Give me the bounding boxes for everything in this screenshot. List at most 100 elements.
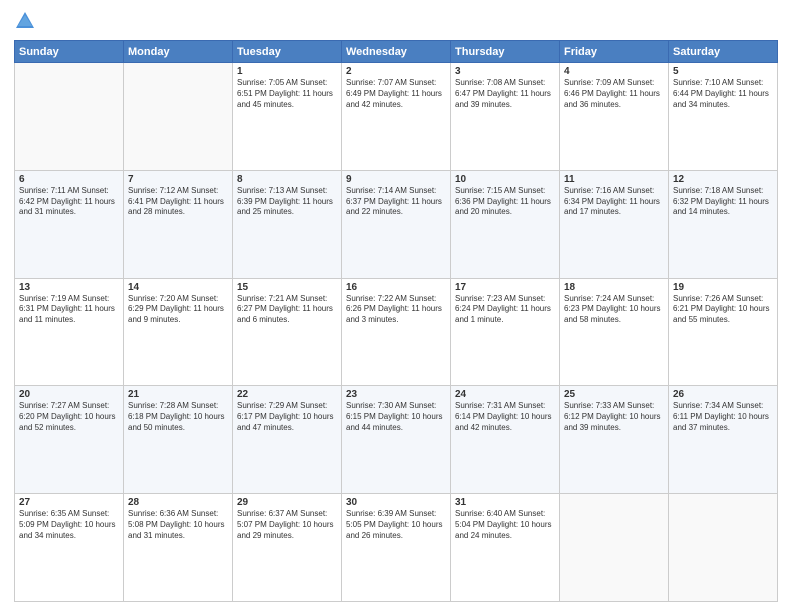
day-number: 25 <box>564 389 664 400</box>
cell-content: Sunrise: 7:28 AM Sunset: 6:18 PM Dayligh… <box>128 401 228 433</box>
calendar-cell: 20Sunrise: 7:27 AM Sunset: 6:20 PM Dayli… <box>15 386 124 494</box>
cell-content: Sunrise: 6:40 AM Sunset: 5:04 PM Dayligh… <box>455 509 555 541</box>
day-number: 26 <box>673 389 773 400</box>
day-number: 24 <box>455 389 555 400</box>
calendar-cell: 4Sunrise: 7:09 AM Sunset: 6:46 PM Daylig… <box>560 63 669 171</box>
day-number: 1 <box>237 66 337 77</box>
cell-content: Sunrise: 7:24 AM Sunset: 6:23 PM Dayligh… <box>564 294 664 326</box>
day-number: 21 <box>128 389 228 400</box>
calendar-cell: 15Sunrise: 7:21 AM Sunset: 6:27 PM Dayli… <box>233 278 342 386</box>
calendar-day-header: Friday <box>560 41 669 63</box>
calendar-cell: 1Sunrise: 7:05 AM Sunset: 6:51 PM Daylig… <box>233 63 342 171</box>
cell-content: Sunrise: 7:33 AM Sunset: 6:12 PM Dayligh… <box>564 401 664 433</box>
calendar-cell <box>15 63 124 171</box>
calendar-week-row: 1Sunrise: 7:05 AM Sunset: 6:51 PM Daylig… <box>15 63 778 171</box>
cell-content: Sunrise: 7:13 AM Sunset: 6:39 PM Dayligh… <box>237 186 337 218</box>
day-number: 17 <box>455 282 555 293</box>
calendar-cell: 2Sunrise: 7:07 AM Sunset: 6:49 PM Daylig… <box>342 63 451 171</box>
calendar-week-row: 27Sunrise: 6:35 AM Sunset: 5:09 PM Dayli… <box>15 494 778 602</box>
cell-content: Sunrise: 7:26 AM Sunset: 6:21 PM Dayligh… <box>673 294 773 326</box>
day-number: 30 <box>346 497 446 508</box>
calendar-cell <box>124 63 233 171</box>
calendar-cell: 24Sunrise: 7:31 AM Sunset: 6:14 PM Dayli… <box>451 386 560 494</box>
cell-content: Sunrise: 7:18 AM Sunset: 6:32 PM Dayligh… <box>673 186 773 218</box>
day-number: 27 <box>19 497 119 508</box>
logo <box>14 10 40 32</box>
day-number: 2 <box>346 66 446 77</box>
calendar-week-row: 20Sunrise: 7:27 AM Sunset: 6:20 PM Dayli… <box>15 386 778 494</box>
calendar-header-row: SundayMondayTuesdayWednesdayThursdayFrid… <box>15 41 778 63</box>
page: SundayMondayTuesdayWednesdayThursdayFrid… <box>0 0 792 612</box>
cell-content: Sunrise: 7:21 AM Sunset: 6:27 PM Dayligh… <box>237 294 337 326</box>
cell-content: Sunrise: 7:07 AM Sunset: 6:49 PM Dayligh… <box>346 78 446 110</box>
cell-content: Sunrise: 7:34 AM Sunset: 6:11 PM Dayligh… <box>673 401 773 433</box>
cell-content: Sunrise: 6:39 AM Sunset: 5:05 PM Dayligh… <box>346 509 446 541</box>
calendar-week-row: 6Sunrise: 7:11 AM Sunset: 6:42 PM Daylig… <box>15 170 778 278</box>
calendar-cell <box>560 494 669 602</box>
cell-content: Sunrise: 7:27 AM Sunset: 6:20 PM Dayligh… <box>19 401 119 433</box>
calendar-cell: 7Sunrise: 7:12 AM Sunset: 6:41 PM Daylig… <box>124 170 233 278</box>
calendar-cell: 11Sunrise: 7:16 AM Sunset: 6:34 PM Dayli… <box>560 170 669 278</box>
calendar-cell: 23Sunrise: 7:30 AM Sunset: 6:15 PM Dayli… <box>342 386 451 494</box>
day-number: 29 <box>237 497 337 508</box>
day-number: 16 <box>346 282 446 293</box>
cell-content: Sunrise: 7:22 AM Sunset: 6:26 PM Dayligh… <box>346 294 446 326</box>
calendar-cell: 16Sunrise: 7:22 AM Sunset: 6:26 PM Dayli… <box>342 278 451 386</box>
day-number: 10 <box>455 174 555 185</box>
calendar-cell: 17Sunrise: 7:23 AM Sunset: 6:24 PM Dayli… <box>451 278 560 386</box>
day-number: 15 <box>237 282 337 293</box>
calendar-day-header: Thursday <box>451 41 560 63</box>
logo-icon <box>14 10 36 32</box>
cell-content: Sunrise: 7:11 AM Sunset: 6:42 PM Dayligh… <box>19 186 119 218</box>
day-number: 6 <box>19 174 119 185</box>
day-number: 20 <box>19 389 119 400</box>
cell-content: Sunrise: 7:19 AM Sunset: 6:31 PM Dayligh… <box>19 294 119 326</box>
cell-content: Sunrise: 6:37 AM Sunset: 5:07 PM Dayligh… <box>237 509 337 541</box>
calendar-cell: 29Sunrise: 6:37 AM Sunset: 5:07 PM Dayli… <box>233 494 342 602</box>
day-number: 31 <box>455 497 555 508</box>
day-number: 23 <box>346 389 446 400</box>
cell-content: Sunrise: 7:08 AM Sunset: 6:47 PM Dayligh… <box>455 78 555 110</box>
calendar-cell <box>669 494 778 602</box>
day-number: 13 <box>19 282 119 293</box>
calendar-cell: 21Sunrise: 7:28 AM Sunset: 6:18 PM Dayli… <box>124 386 233 494</box>
calendar-day-header: Wednesday <box>342 41 451 63</box>
day-number: 4 <box>564 66 664 77</box>
calendar-cell: 18Sunrise: 7:24 AM Sunset: 6:23 PM Dayli… <box>560 278 669 386</box>
day-number: 19 <box>673 282 773 293</box>
calendar-cell: 19Sunrise: 7:26 AM Sunset: 6:21 PM Dayli… <box>669 278 778 386</box>
calendar-cell: 22Sunrise: 7:29 AM Sunset: 6:17 PM Dayli… <box>233 386 342 494</box>
calendar-day-header: Monday <box>124 41 233 63</box>
calendar-week-row: 13Sunrise: 7:19 AM Sunset: 6:31 PM Dayli… <box>15 278 778 386</box>
cell-content: Sunrise: 7:31 AM Sunset: 6:14 PM Dayligh… <box>455 401 555 433</box>
cell-content: Sunrise: 7:23 AM Sunset: 6:24 PM Dayligh… <box>455 294 555 326</box>
calendar-cell: 30Sunrise: 6:39 AM Sunset: 5:05 PM Dayli… <box>342 494 451 602</box>
day-number: 12 <box>673 174 773 185</box>
cell-content: Sunrise: 7:14 AM Sunset: 6:37 PM Dayligh… <box>346 186 446 218</box>
calendar-cell: 13Sunrise: 7:19 AM Sunset: 6:31 PM Dayli… <box>15 278 124 386</box>
cell-content: Sunrise: 7:09 AM Sunset: 6:46 PM Dayligh… <box>564 78 664 110</box>
cell-content: Sunrise: 6:36 AM Sunset: 5:08 PM Dayligh… <box>128 509 228 541</box>
cell-content: Sunrise: 7:05 AM Sunset: 6:51 PM Dayligh… <box>237 78 337 110</box>
day-number: 14 <box>128 282 228 293</box>
cell-content: Sunrise: 7:16 AM Sunset: 6:34 PM Dayligh… <box>564 186 664 218</box>
calendar-cell: 27Sunrise: 6:35 AM Sunset: 5:09 PM Dayli… <box>15 494 124 602</box>
calendar-cell: 28Sunrise: 6:36 AM Sunset: 5:08 PM Dayli… <box>124 494 233 602</box>
day-number: 9 <box>346 174 446 185</box>
cell-content: Sunrise: 7:20 AM Sunset: 6:29 PM Dayligh… <box>128 294 228 326</box>
cell-content: Sunrise: 7:30 AM Sunset: 6:15 PM Dayligh… <box>346 401 446 433</box>
day-number: 7 <box>128 174 228 185</box>
calendar-cell: 3Sunrise: 7:08 AM Sunset: 6:47 PM Daylig… <box>451 63 560 171</box>
calendar-cell: 14Sunrise: 7:20 AM Sunset: 6:29 PM Dayli… <box>124 278 233 386</box>
calendar-day-header: Saturday <box>669 41 778 63</box>
cell-content: Sunrise: 7:10 AM Sunset: 6:44 PM Dayligh… <box>673 78 773 110</box>
calendar-cell: 10Sunrise: 7:15 AM Sunset: 6:36 PM Dayli… <box>451 170 560 278</box>
header <box>14 10 778 32</box>
cell-content: Sunrise: 7:29 AM Sunset: 6:17 PM Dayligh… <box>237 401 337 433</box>
cell-content: Sunrise: 7:15 AM Sunset: 6:36 PM Dayligh… <box>455 186 555 218</box>
calendar-cell: 6Sunrise: 7:11 AM Sunset: 6:42 PM Daylig… <box>15 170 124 278</box>
calendar-cell: 25Sunrise: 7:33 AM Sunset: 6:12 PM Dayli… <box>560 386 669 494</box>
calendar-table: SundayMondayTuesdayWednesdayThursdayFrid… <box>14 40 778 602</box>
calendar-cell: 26Sunrise: 7:34 AM Sunset: 6:11 PM Dayli… <box>669 386 778 494</box>
day-number: 5 <box>673 66 773 77</box>
